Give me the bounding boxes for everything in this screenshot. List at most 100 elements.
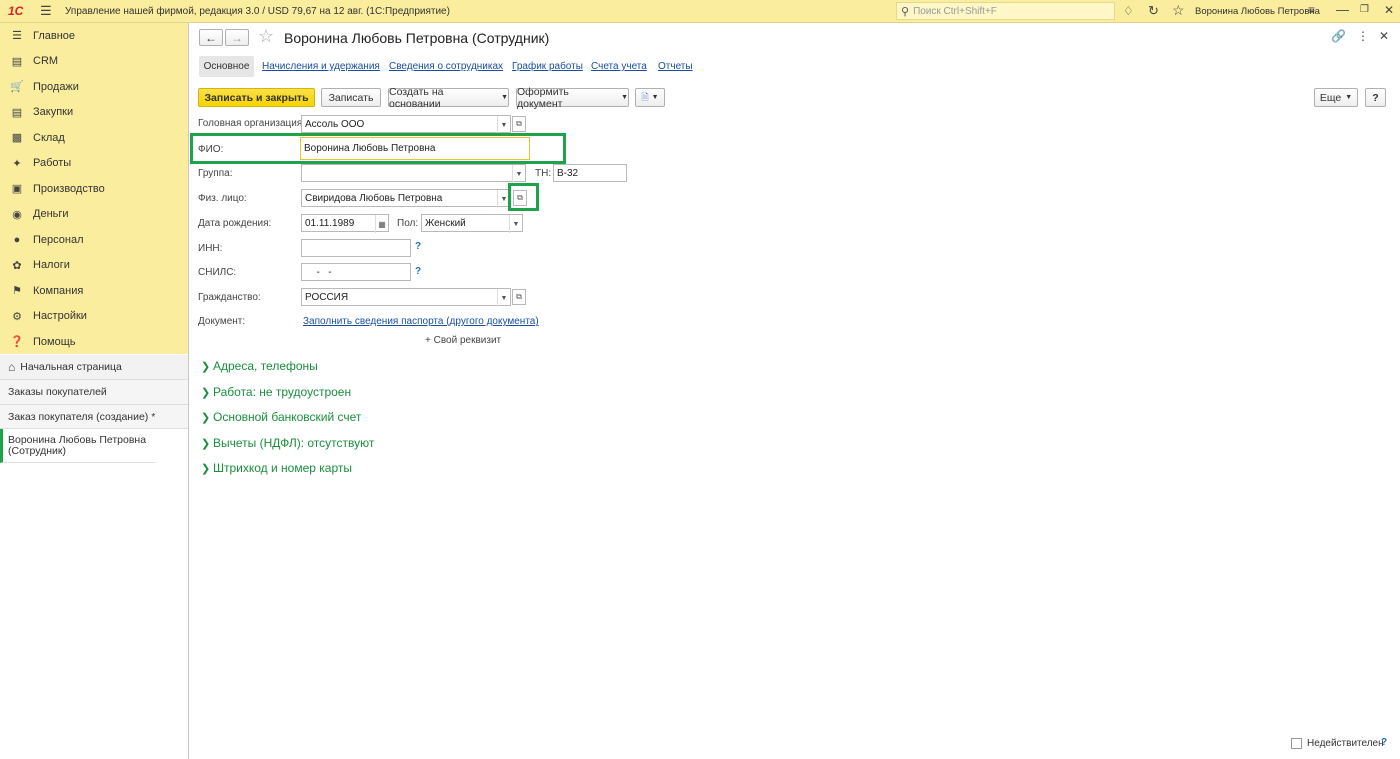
favorite-star-icon[interactable]: ☆ — [258, 26, 274, 47]
group-label: Вычеты (НДФЛ): отсутствуют — [213, 436, 375, 450]
person-field[interactable]: Свиридова Любовь Петровна ▼ — [301, 189, 511, 208]
sidebar-item-label: Закупки — [33, 106, 74, 118]
search-input[interactable]: Поиск Ctrl+Shift+F — [913, 6, 997, 17]
sidebar-item-person[interactable]: ● Персонал — [0, 227, 188, 252]
more-actions-icon[interactable]: ⋮ — [1357, 29, 1369, 43]
close-icon[interactable]: ✕ — [1384, 3, 1394, 17]
fio-value: Воронина Любовь Петровна — [304, 143, 436, 154]
head-org-field[interactable]: Ассоль ООО ▼ — [301, 115, 511, 134]
forward-button[interactable]: → — [225, 29, 249, 46]
sidebar-item-money[interactable]: ◉ Деньги — [0, 202, 188, 227]
sidebar-item-menu[interactable]: ☰ Главное — [0, 23, 188, 48]
settings-menu-icon[interactable]: ≡ — [1308, 3, 1315, 17]
fill-passport-link[interactable]: Заполнить сведения паспорта (другого док… — [303, 316, 539, 327]
inactive-label: Недействителен — [1307, 738, 1384, 749]
snils-value: - - — [311, 266, 332, 278]
sidebar-item-tax[interactable]: ✿ Налоги — [0, 253, 188, 278]
inactive-help-icon[interactable]: ? — [1381, 737, 1387, 748]
sidebar-item-factory[interactable]: ▣ Производство — [0, 176, 188, 201]
sidebar-item-sales[interactable]: 🛒 Продажи — [0, 74, 188, 99]
open-window-item[interactable]: Заказы покупателей — [0, 380, 188, 405]
snils-input[interactable]: - - — [301, 263, 411, 281]
birth-date-input[interactable]: 01.11.1989 ▦ — [301, 214, 389, 233]
dropdown-icon[interactable]: ▼ — [512, 165, 525, 183]
dropdown-icon[interactable]: ▼ — [509, 215, 522, 233]
dropdown-icon[interactable]: ▼ — [497, 116, 510, 134]
maximize-icon[interactable]: ❐ — [1360, 4, 1369, 15]
attachment-icon: 🗎 — [641, 91, 649, 102]
sidebar-item-flag[interactable]: ⚑ Компания — [0, 278, 188, 303]
tab-accruals[interactable]: Начисления и удержания — [262, 56, 380, 77]
group-field[interactable]: ▼ — [301, 164, 526, 183]
bell-icon[interactable]: ♢ — [1123, 4, 1134, 18]
tab-schedule[interactable]: График работы — [512, 56, 583, 77]
sidebar-item-label: Персонал — [33, 233, 84, 246]
snils-help-icon[interactable]: ? — [415, 266, 421, 277]
app-logo[interactable]: 1С — [8, 4, 23, 18]
save-label: Записать — [328, 91, 374, 104]
group-addresses[interactable]: ❯ Адреса, телефоны — [201, 359, 318, 373]
search-box[interactable]: ⚲ Поиск Ctrl+Shift+F — [896, 2, 1115, 20]
title-bar: 1С ☰ Управление нашей фирмой, редакция 3… — [0, 0, 1400, 23]
group-work[interactable]: ❯ Работа: не трудоустроен — [201, 385, 351, 399]
group-label: Группа: — [198, 168, 233, 179]
chevron-down-icon: ▼ — [651, 94, 659, 101]
calendar-icon[interactable]: ▦ — [375, 215, 388, 233]
open-citizenship-button[interactable]: ⧉ — [512, 289, 526, 305]
person-label: Физ. лицо: — [198, 193, 247, 204]
fio-input[interactable]: Воронина Любовь Петровна — [300, 137, 530, 160]
inactive-checkbox[interactable] — [1291, 738, 1302, 749]
inn-help-icon[interactable]: ? — [415, 241, 421, 252]
inn-input[interactable] — [301, 239, 411, 257]
group-deductions[interactable]: ❯ Вычеты (НДФЛ): отсутствуют — [201, 436, 374, 450]
sidebar-item-label: Главное — [33, 29, 76, 42]
tn-input[interactable]: В-32 — [553, 164, 627, 182]
tab-employee-info[interactable]: Сведения о сотрудниках — [389, 56, 503, 77]
factory-icon: ▣ — [11, 183, 23, 195]
sidebar-item-tools[interactable]: ✦ Работы — [0, 151, 188, 176]
chevron-right-icon: ❯ — [201, 360, 211, 373]
birth-date-value: 01.11.1989 — [305, 217, 355, 229]
sidebar-item-label: Налоги — [33, 259, 70, 271]
sidebar-item-purchases[interactable]: ▤ Закупки — [0, 100, 188, 125]
group-barcode[interactable]: ❯ Штрихкод и номер карты — [201, 461, 352, 475]
close-form-icon[interactable]: ✕ — [1379, 29, 1389, 43]
citizenship-field[interactable]: РОССИЯ ▼ — [301, 288, 511, 307]
save-button[interactable]: Записать — [321, 88, 381, 107]
user-name[interactable]: Воронина Любовь Петровна — [1195, 6, 1320, 17]
save-and-close-button[interactable]: Записать и закрыть — [198, 88, 315, 107]
document-label: Документ: — [198, 316, 246, 327]
tab-main[interactable]: Основное — [199, 56, 254, 77]
minimize-icon[interactable]: — — [1336, 2, 1349, 17]
tab-reports[interactable]: Отчеты — [658, 56, 693, 77]
favorites-star-icon[interactable]: ☆ — [1172, 2, 1185, 19]
attach-file-button[interactable]: 🗎 ▼ — [635, 88, 665, 107]
create-based-on-label: Создать на основании — [389, 85, 444, 110]
help-icon: ❓ — [10, 336, 24, 348]
group-bank-account[interactable]: ❯ Основной банковский счет — [201, 410, 361, 424]
home-page-item[interactable]: ⌂ Начальная страница — [0, 355, 188, 380]
gender-select[interactable]: Женский ▼ — [421, 214, 523, 233]
dropdown-icon[interactable]: ▼ — [497, 289, 510, 307]
chevron-right-icon: ❯ — [201, 411, 211, 424]
open-window-item-active[interactable]: Воронина Любовь Петровна (Сотрудник) — [0, 429, 155, 463]
history-icon[interactable]: ↻ — [1148, 3, 1159, 19]
more-button[interactable]: Еще ▼ — [1314, 88, 1358, 107]
sidebar-item-crm[interactable]: ▤ CRM — [0, 49, 188, 74]
sidebar-item-help[interactable]: ❓ Помощь — [0, 329, 188, 354]
page-title: Воронина Любовь Петровна (Сотрудник) — [284, 30, 550, 46]
back-button[interactable]: ← — [199, 29, 223, 46]
link-icon[interactable]: 🔗 — [1331, 29, 1346, 43]
open-person-button[interactable]: ⧉ — [513, 190, 527, 206]
create-based-on-button[interactable]: Создать на основании ▼ — [388, 85, 509, 110]
tab-accounts[interactable]: Счета учета — [591, 56, 647, 77]
sidebar-item-gear[interactable]: ⚙ Настройки — [0, 304, 188, 329]
format-document-button[interactable]: Оформить документ ▼ — [516, 86, 629, 110]
main-menu-icon[interactable]: ☰ — [40, 3, 52, 19]
sidebar-item-warehouse[interactable]: ▩ Склад — [0, 125, 188, 150]
help-button[interactable]: ? — [1365, 88, 1386, 107]
save-and-close-label: Записать и закрыть — [204, 91, 309, 104]
add-custom-attribute-link[interactable]: + Свой реквизит — [425, 335, 501, 346]
open-window-item[interactable]: Заказ покупателя (создание) * — [0, 405, 188, 429]
open-head-org-button[interactable]: ⧉ — [512, 116, 526, 132]
